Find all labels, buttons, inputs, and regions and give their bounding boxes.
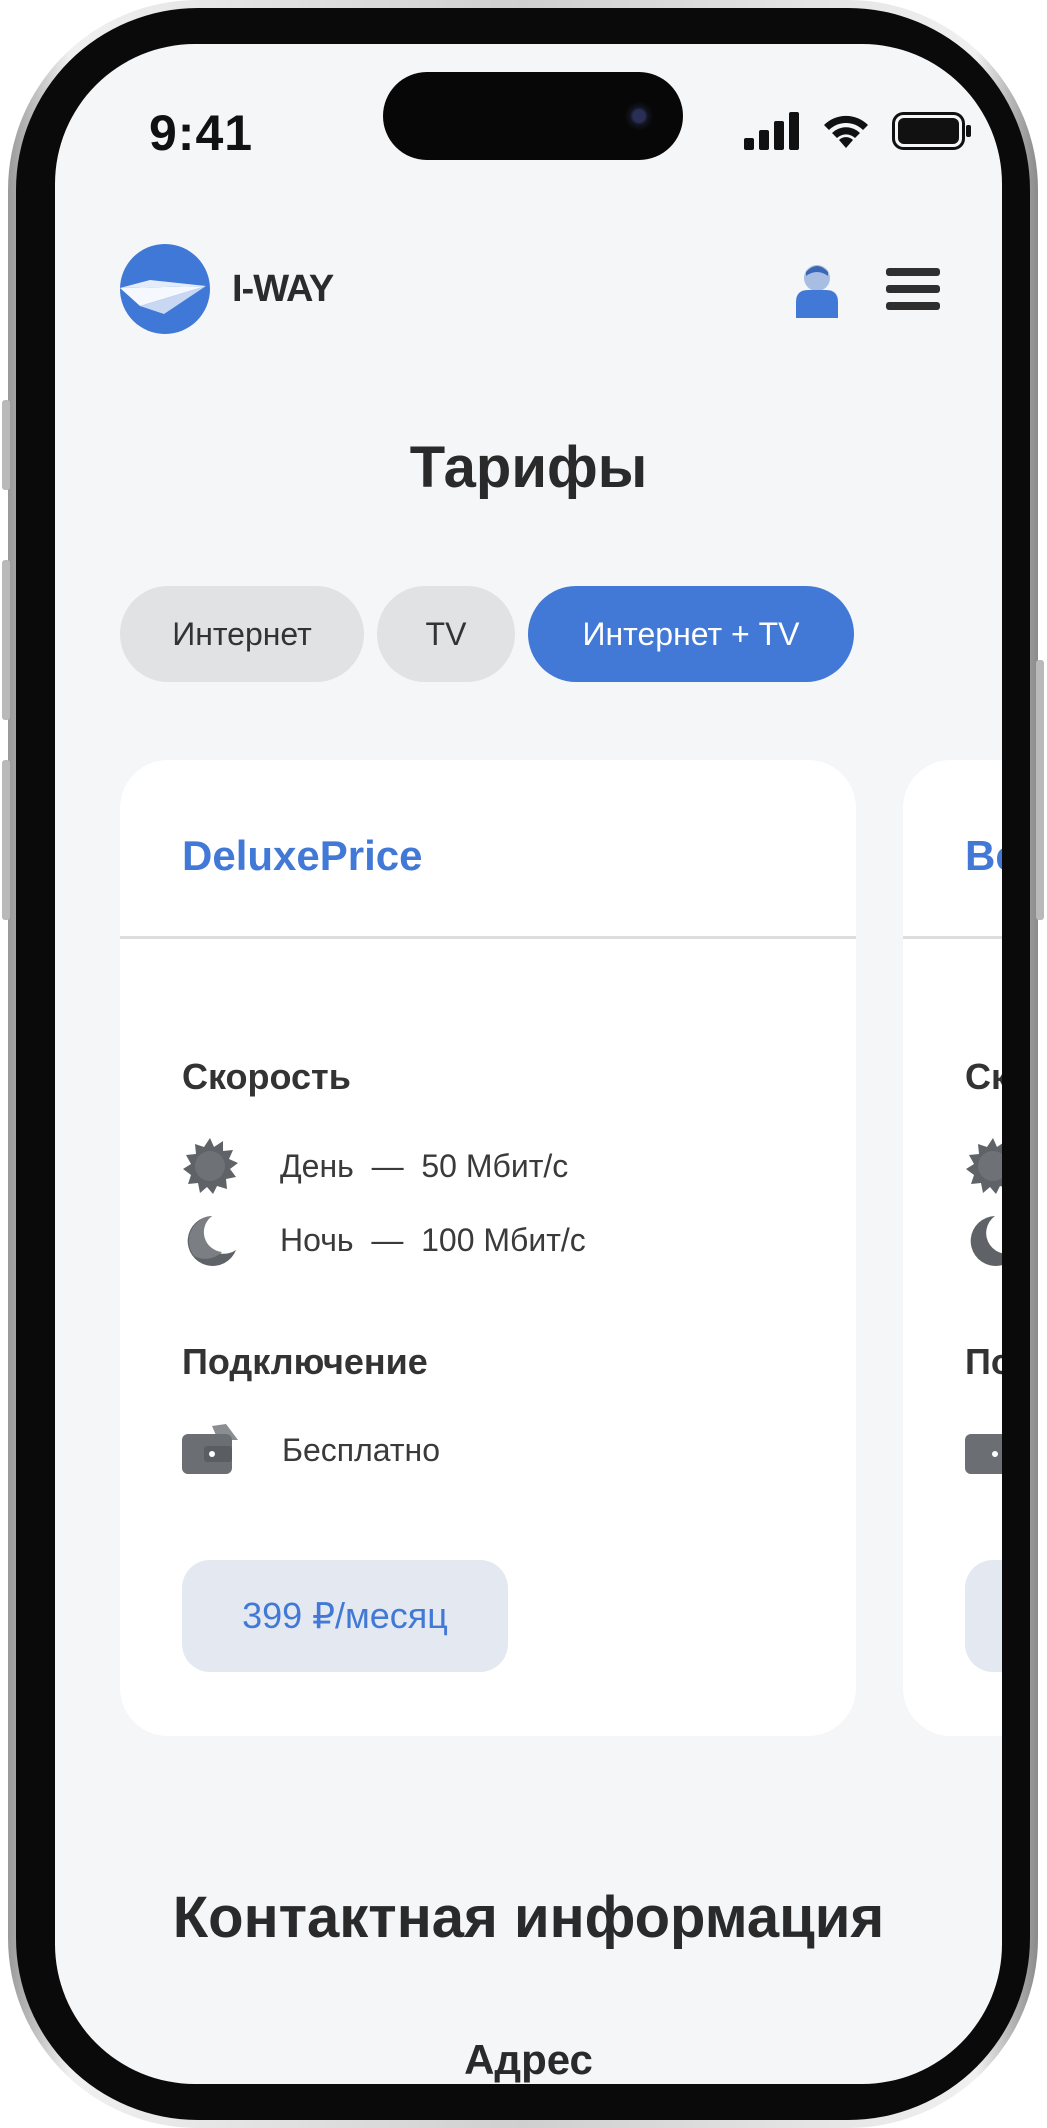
tab-tv[interactable]: TV bbox=[377, 586, 515, 682]
tariff-name: Be bbox=[965, 832, 1002, 879]
tariff-card[interactable]: DeluxePrice Скорость День — 50 Мбит/с Но… bbox=[120, 760, 856, 1736]
speed-heading: Скорость bbox=[182, 1056, 351, 1097]
night-speed-row: Ночь — 100 Мбит/с bbox=[182, 1212, 586, 1268]
logo[interactable] bbox=[120, 244, 210, 334]
day-speed: День — 50 Мбит/с bbox=[280, 1147, 569, 1184]
contact-title: Контактная информация bbox=[172, 1885, 885, 1950]
tariff-name: DeluxePrice bbox=[182, 832, 423, 879]
card-divider bbox=[120, 936, 856, 939]
volume-down-button bbox=[2, 760, 10, 920]
screen: 9:41 I-WAY Тарифы Интернет TV Интернет +… bbox=[55, 44, 1002, 2084]
mute-switch bbox=[2, 400, 10, 490]
connection-value: Бесплатно bbox=[282, 1431, 441, 1468]
moon-icon bbox=[187, 1216, 236, 1266]
user-icon[interactable] bbox=[792, 262, 842, 318]
hamburger-menu-icon[interactable] bbox=[886, 268, 940, 310]
day-speed-row: День — 50 Мбит/с bbox=[182, 1138, 568, 1194]
page-title: Тарифы bbox=[409, 435, 648, 500]
connection-row: Бесплатно bbox=[182, 1424, 440, 1476]
volume-up-button bbox=[2, 560, 10, 720]
wifi-icon bbox=[824, 115, 868, 148]
connection-heading: По bbox=[965, 1341, 1002, 1382]
cellular-signal-icon bbox=[744, 112, 799, 150]
app-header: I-WAY bbox=[120, 244, 940, 334]
tab-internet-tv[interactable]: Интернет + TV bbox=[528, 586, 854, 682]
tariff-tabs: Интернет TV Интернет + TV bbox=[120, 586, 854, 682]
wallet-icon bbox=[965, 1434, 1002, 1474]
sun-icon bbox=[183, 1138, 238, 1194]
price-button[interactable] bbox=[965, 1560, 1002, 1672]
tab-internet[interactable]: Интернет bbox=[120, 586, 364, 682]
wallet-icon bbox=[182, 1424, 238, 1474]
sun-icon bbox=[966, 1138, 1002, 1194]
status-time: 9:41 bbox=[149, 105, 254, 161]
connection-heading: Подключение bbox=[182, 1341, 428, 1382]
paper-plane-icon bbox=[120, 280, 206, 314]
power-button bbox=[1036, 660, 1044, 920]
brand-name: I-WAY bbox=[232, 268, 334, 310]
moon-icon bbox=[970, 1216, 1002, 1266]
phone-frame: 9:41 I-WAY Тарифы Интернет TV Интернет +… bbox=[2, 0, 1044, 2128]
price-button[interactable]: 399 ₽/месяц bbox=[182, 1560, 508, 1672]
camera-icon bbox=[625, 102, 653, 130]
speed-heading: Ск bbox=[965, 1056, 1002, 1097]
night-speed: Ночь — 100 Мбит/с bbox=[280, 1221, 586, 1258]
address-heading: Адрес bbox=[464, 2036, 593, 2083]
battery-icon bbox=[892, 112, 971, 150]
status-icons bbox=[744, 112, 972, 150]
dynamic-island bbox=[383, 72, 683, 160]
tariff-card-next[interactable]: Be Ск По bbox=[903, 760, 1002, 1736]
card-divider bbox=[903, 936, 1002, 939]
